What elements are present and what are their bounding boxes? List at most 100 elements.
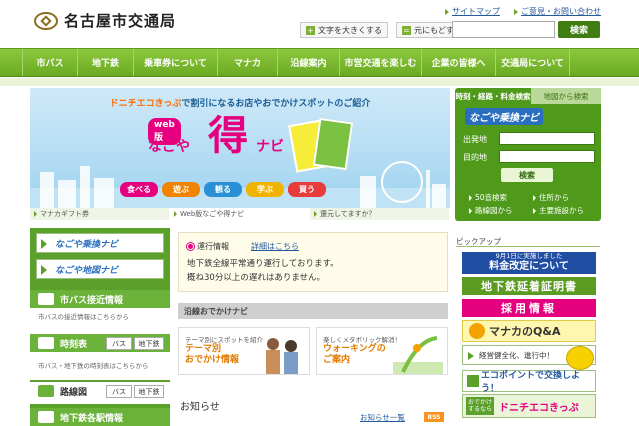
- banner-label: なごや乗換ナビ: [55, 239, 119, 250]
- route-search-button[interactable]: 検索: [501, 168, 553, 182]
- link-rosenzu[interactable]: 路線図から: [469, 205, 513, 216]
- tab-route-search[interactable]: 時刻・経路・料金検索: [455, 88, 531, 104]
- bus-approach-desc: 市バスの接近情報はこちらから: [38, 313, 129, 321]
- main-banner[interactable]: ドニチエコきっぷで割引になるお店やおでかけスポットのご紹介 web版 なごや 得…: [30, 88, 450, 208]
- delay-certificate-banner[interactable]: 地下鉄延着証明書: [462, 277, 596, 295]
- nav-item-manaca[interactable]: マナカ: [218, 49, 278, 76]
- banner-tab-label: マナカギフト券: [40, 210, 89, 218]
- walking-guide-card[interactable]: 楽しくメタボリック解消！ ウォーキングの ご案内: [316, 327, 448, 375]
- nav-item-subway[interactable]: 地下鉄: [78, 49, 134, 76]
- manaca-qa-banner[interactable]: マナカのQ&A: [462, 320, 596, 342]
- walking-illustration: [393, 336, 443, 374]
- status-dot-icon: [187, 243, 194, 250]
- banner-tab-label: Web版なごや得ナビ: [180, 210, 245, 218]
- reset-icon: =: [402, 25, 411, 35]
- arrow-icon: [314, 211, 317, 217]
- rosenzu-subway-button[interactable]: 地下鉄: [134, 385, 164, 398]
- banner-tag: おでかけするなら: [466, 397, 494, 415]
- from-input[interactable]: [499, 132, 595, 145]
- nav-item-about[interactable]: 交通局について: [496, 49, 570, 76]
- timetable-bus-button[interactable]: バス: [106, 337, 132, 350]
- banner-tab-kangen[interactable]: 還元してますか？: [310, 208, 450, 220]
- eco-point-banner[interactable]: エコポイントで交換しよう！: [462, 370, 596, 394]
- arrow-icon: [34, 211, 37, 217]
- nav-item-ensen[interactable]: 沿線案内: [278, 49, 340, 76]
- people-photo: [266, 338, 298, 374]
- banner-headline: ドニチエコきっぷで割引になるお店やおでかけスポットのご紹介: [30, 96, 450, 109]
- norikae-navi-banner[interactable]: なごや乗換ナビ: [36, 233, 164, 253]
- contact-link[interactable]: ご意見・お問い合わせ: [514, 6, 601, 17]
- rosenzu-bus-button[interactable]: バス: [106, 385, 132, 398]
- arrow-icon: [174, 211, 177, 217]
- banner-categories: 食べる 遊ぶ 観る 学ぶ 買う: [120, 182, 326, 197]
- rss-icon[interactable]: RSS: [424, 412, 444, 422]
- site-search-input[interactable]: [452, 21, 555, 38]
- banner-label: マナカのQ&A: [489, 325, 561, 338]
- contact-link-label: ご意見・お問い合わせ: [521, 7, 601, 16]
- nav-item-tickets[interactable]: 乗車券について: [134, 49, 218, 76]
- norikae-navi-logo: なごや乗換ナビ: [465, 108, 543, 125]
- service-status-box: 運行情報 詳細はこちら 地下鉄全線平常通り運行しております。 概ね30分以上の遅…: [178, 232, 448, 292]
- timetable-subway-button[interactable]: 地下鉄: [134, 337, 164, 350]
- guidebook-illustration: [288, 116, 354, 176]
- recruit-banner[interactable]: 採用情報: [462, 299, 596, 317]
- nav-item-bus[interactable]: 市バス: [22, 49, 78, 76]
- banner-sub: 9月1日に実施しました: [495, 252, 563, 260]
- news-title: お知らせ: [180, 402, 220, 413]
- status-label: 運行情報: [187, 241, 229, 252]
- site-search-button[interactable]: 検索: [558, 21, 600, 38]
- timetable-desc: 市バス・地下鉄の時刻表はこちらから: [38, 362, 149, 370]
- category-eat[interactable]: 食べる: [120, 182, 158, 197]
- status-message-1: 地下鉄全線平常通り運行しております。: [187, 259, 339, 269]
- chizu-navi-banner[interactable]: なごや地図ナビ: [36, 259, 164, 279]
- category-play[interactable]: 遊ぶ: [162, 182, 200, 197]
- emblem-icon: [34, 11, 58, 30]
- category-learn[interactable]: 学ぶ: [246, 182, 284, 197]
- header: 名古屋市交通局 サイトマップ ご意見・お問い合わせ + 文字を大きくする = 元にも…: [0, 0, 639, 48]
- timetable-title: 時刻表: [60, 339, 88, 350]
- banner-main: 料金改定について: [489, 261, 569, 272]
- tab-map-search[interactable]: 地図から検索: [531, 88, 601, 104]
- link-label: 路線図から: [475, 206, 513, 215]
- sitemap-link[interactable]: サイトマップ: [445, 6, 500, 17]
- theme-odekake-card[interactable]: テーマ別にスポットを紹介 テーマ別 おでかけ情報: [178, 327, 310, 375]
- news-list-link[interactable]: お知らせ一覧: [360, 412, 405, 423]
- bus-icon: [38, 293, 54, 305]
- manaca-icon: [469, 323, 485, 339]
- banner-label: エコポイントで交換しよう！: [481, 371, 581, 394]
- category-see[interactable]: 観る: [204, 182, 242, 197]
- fare-revision-banner[interactable]: 9月1日に実施しました 料金改定について: [462, 252, 596, 274]
- route-search-panel: 時刻・経路・料金検索 地図から検索 なごや乗換ナビ 出発地 目的地 検索 50音…: [455, 88, 601, 221]
- font-larger-button[interactable]: + 文字を大きくする: [300, 22, 388, 38]
- ensen-navi-head: 沿線おでかけナビ: [178, 303, 448, 319]
- link-facilities[interactable]: 主要施設から: [533, 205, 584, 216]
- link-label: 50音検索: [475, 193, 508, 202]
- nav-item-business[interactable]: 企業の皆様へ: [422, 49, 496, 76]
- banner-headline-rest: で割引になるお店やおでかけスポットのご紹介: [181, 99, 371, 109]
- banner-label: ドニチエコきっぷ: [499, 402, 579, 414]
- arrow-icon: [41, 239, 47, 249]
- category-buy[interactable]: 買う: [288, 182, 326, 197]
- to-input[interactable]: [499, 150, 595, 163]
- site-logo[interactable]: 名古屋市交通局: [34, 10, 176, 31]
- sitemap-link-label: サイトマップ: [452, 7, 500, 16]
- font-size-tools: + 文字を大きくする = 元にもどす: [300, 22, 460, 38]
- bus-approach-section[interactable]: 市バス接近情報 市バスの接近情報はこちらから: [30, 290, 170, 334]
- guidebook-card: [312, 117, 354, 171]
- banner-tab-tokunavi[interactable]: Web版なごや得ナビ: [170, 208, 310, 220]
- banner-title-toku: 得: [208, 113, 248, 159]
- station-info-section[interactable]: 地下鉄各駅情報: [30, 408, 170, 426]
- arrow-icon: [533, 207, 536, 214]
- link-50on[interactable]: 50音検索: [469, 192, 507, 203]
- arrow-icon: [41, 265, 47, 275]
- link-address[interactable]: 住所から: [533, 192, 569, 203]
- status-detail-link[interactable]: 詳細はこちら: [251, 241, 299, 252]
- font-reset-button[interactable]: = 元にもどす: [396, 22, 460, 38]
- donichi-eco-banner[interactable]: おでかけするなら ドニチエコきっぷ: [462, 394, 596, 418]
- mascot-icon: [566, 346, 594, 370]
- nav-item-enjoy[interactable]: 市営交通を楽しむ: [340, 49, 422, 76]
- station-info-title: 地下鉄各駅情報: [60, 413, 124, 424]
- card-title: テーマ別 おでかけ情報: [185, 344, 240, 365]
- left-column: なごや乗換ナビ なごや地図ナビ 市バス接近情報 市バスの接近情報はこちらから 時…: [30, 228, 170, 426]
- banner-tab-gift[interactable]: マナカギフト券: [30, 208, 170, 220]
